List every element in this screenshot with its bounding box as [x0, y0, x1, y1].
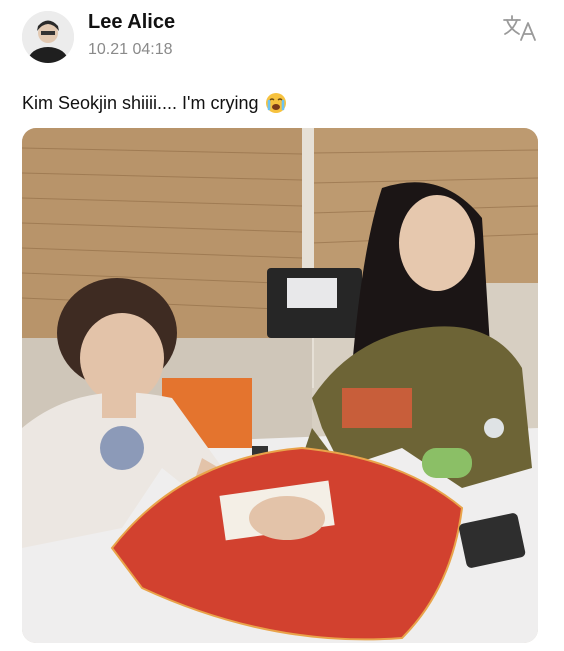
- post-text-content: Kim Seokjin shiiii.... I'm crying: [22, 92, 259, 113]
- post-photo[interactable]: [22, 128, 538, 643]
- post-timestamp: 10.21 04:18: [88, 41, 173, 58]
- translate-icon: [503, 15, 536, 41]
- post-text: Kim Seokjin shiiii.... I'm crying: [22, 92, 287, 114]
- author-name[interactable]: Lee Alice: [88, 11, 175, 34]
- translate-button[interactable]: [500, 12, 540, 44]
- author-avatar[interactable]: [22, 11, 74, 63]
- post-header: Lee Alice 10.21 04:18: [0, 0, 564, 80]
- loudly-crying-face-icon: [265, 92, 287, 114]
